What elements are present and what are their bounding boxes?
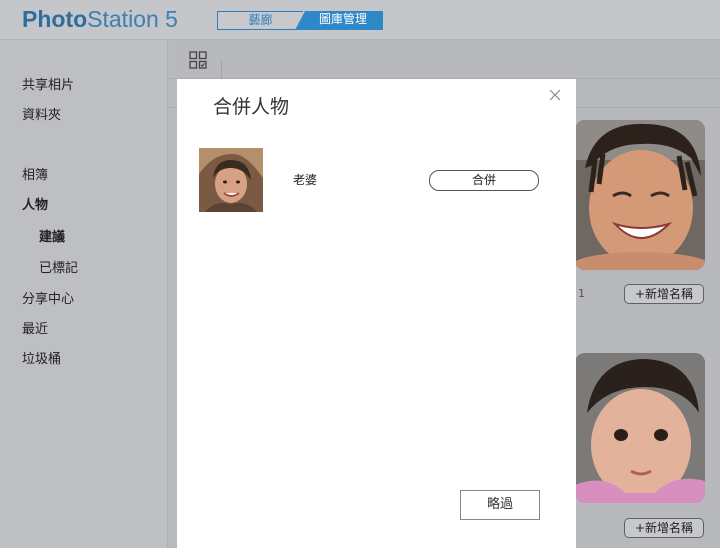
- skip-button[interactable]: 略過: [460, 490, 540, 520]
- sidebar-item-people[interactable]: 人物: [22, 197, 48, 215]
- app-logo: PhotoStation 5: [22, 4, 178, 34]
- merge-people-dialog: 合併人物 老婆 合併 略過: [177, 79, 576, 548]
- add-name-button-1[interactable]: +新增名稱: [624, 284, 704, 304]
- face-photo-1[interactable]: [575, 120, 705, 270]
- logo-light-text: Station 5: [87, 6, 178, 32]
- photo-count: 1: [578, 287, 585, 300]
- merge-button[interactable]: 合併: [429, 170, 539, 191]
- face-photo-2[interactable]: [575, 353, 705, 503]
- sidebar-item-suggested[interactable]: 建議: [39, 229, 65, 247]
- person-thumbnail: [199, 148, 263, 212]
- sidebar-item-albums[interactable]: 相簿: [22, 167, 48, 185]
- sidebar: 共享相片 資料夾 相簿 人物 建議 已標記 分享中心 最近 垃圾桶: [0, 40, 168, 548]
- grid-view-icon[interactable]: [189, 51, 207, 69]
- sidebar-item-trash[interactable]: 垃圾桶: [22, 351, 61, 369]
- logo-bold-text: Photo: [22, 6, 88, 32]
- sidebar-item-folders[interactable]: 資料夾: [22, 107, 61, 125]
- toolbar-divider: [221, 60, 222, 79]
- add-name-button-2[interactable]: +新增名稱: [624, 518, 704, 538]
- top-bar: PhotoStation 5 藝廊 圖庫管理: [0, 0, 720, 40]
- library-mode-button[interactable]: 圖庫管理: [295, 11, 383, 30]
- close-icon[interactable]: [548, 87, 562, 101]
- sidebar-item-tagged[interactable]: 已標記: [39, 260, 78, 278]
- person-name: 老婆: [293, 173, 318, 187]
- sidebar-item-share-center[interactable]: 分享中心: [22, 291, 74, 309]
- sidebar-item-recent[interactable]: 最近: [22, 321, 48, 339]
- toolbar: [169, 40, 720, 79]
- dialog-title: 合併人物: [213, 96, 290, 118]
- mode-switch: 藝廊 圖庫管理: [217, 11, 383, 30]
- gallery-mode-button[interactable]: 藝廊: [217, 11, 303, 30]
- sidebar-item-shared-photos[interactable]: 共享相片: [22, 77, 74, 95]
